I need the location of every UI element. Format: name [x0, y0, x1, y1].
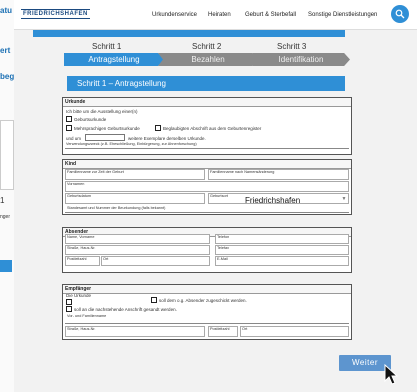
nav-urkundenservice[interactable]: Urkundenservice — [152, 12, 197, 18]
step-1-number: Schritt 1 — [92, 42, 122, 51]
label-absender-email: E-Mail — [217, 257, 228, 261]
left-text-5: nger — [0, 214, 11, 220]
label-absender-plz: Postleitzahl — [67, 257, 87, 261]
empfaenger-heading: Empfänger — [63, 285, 351, 294]
vornamen-input[interactable] — [65, 181, 349, 192]
verwendung-input[interactable] — [65, 148, 349, 149]
label-und-um: und um — [66, 136, 82, 141]
checkbox-mehrsprachig[interactable] — [66, 125, 72, 131]
checkbox-andere-anschrift[interactable] — [66, 306, 72, 312]
left-blue-button[interactable] — [0, 260, 12, 272]
step-3-number: Schritt 3 — [277, 42, 307, 51]
label-empfaenger-plz: Postleitzahl — [210, 327, 230, 331]
anzahl-exemplare-input[interactable] — [85, 134, 125, 141]
label-die-urkunde: Die Urkunde — [66, 293, 92, 298]
label-familienname: Familienname zur Zeit der Geburt — [67, 170, 124, 174]
label-mehrsprachig: Mehrsprachigen Geburtsurkunde — [74, 126, 140, 131]
step-2-bezahlen: Bezahlen — [158, 53, 258, 66]
label-geburtsurkunde: Geburtsurkunde — [74, 117, 107, 122]
label-absender-name: Name, Vorname — [67, 235, 95, 239]
label-absender-telefon: Telefon — [217, 235, 230, 239]
checkbox-geburtsurkunde[interactable] — [66, 116, 72, 122]
nav-sonstige[interactable]: Sonstige Dienstleistungen — [308, 12, 377, 18]
kind-section: Kind Familienname zur Zeit der Geburt Fa… — [62, 159, 352, 215]
absender-telefon-input[interactable] — [215, 234, 349, 244]
label-vornamen: Vornamen — [67, 182, 85, 186]
checkbox-absender-zuschicken-alt[interactable] — [151, 297, 157, 303]
top-bar: FRIEDRICHSHAFEN Urkundenservice Heiraten… — [14, 0, 417, 30]
empfaenger-ort-input[interactable] — [240, 326, 349, 337]
step-3-identifikation: Identifikation — [252, 53, 350, 66]
search-icon — [395, 9, 405, 19]
label-weitere: weitere Exemplare derselben Urkunde. — [128, 136, 206, 141]
checkbox-beglaubigt[interactable] — [155, 125, 161, 131]
left-text-2: ert — [0, 46, 11, 55]
label-andere-anschrift: soll an die nachstehende Anschrift gesan… — [74, 307, 177, 312]
urkunde-intro: Ich bitte um die Ausstellung einer(n) — [66, 109, 138, 114]
step-2-number: Schritt 2 — [192, 42, 222, 51]
urkunde-heading: Urkunde — [63, 98, 351, 107]
left-text-1: atu — [0, 6, 12, 15]
label-geburtsdatum: Geburtsdatum — [67, 194, 92, 198]
empfaenger-name-input[interactable] — [65, 323, 349, 324]
page: atu ert beg 1 nger FRIEDRICHSHAFEN Urkun… — [0, 0, 417, 392]
label-absender-ort: Ort — [103, 257, 109, 261]
label-absender-zuschicken: soll dem o.g. Absender zugeschickt werde… — [159, 298, 247, 303]
nav-geburt-sterbefall[interactable]: Geburt & Sterbefall — [245, 12, 296, 18]
label-verwendung: Verwendungszweck (z.B. Eheschließung, Ei… — [66, 142, 197, 146]
empfaenger-section: Empfänger Die Urkunde soll dem o.g. Abse… — [62, 284, 352, 340]
absender-email-input[interactable] — [215, 256, 349, 266]
absender-telefax-input[interactable] — [215, 245, 349, 255]
left-text-3: beg — [0, 72, 15, 81]
left-box — [0, 120, 14, 190]
city-logo[interactable]: FRIEDRICHSHAFEN — [21, 9, 90, 19]
standesamt-input[interactable] — [65, 212, 349, 213]
checkbox-absender-zuschicken[interactable] — [66, 299, 72, 305]
chevron-down-icon[interactable]: ▼ — [341, 196, 347, 202]
geburtsort-value: Friedrichshafen — [245, 196, 301, 205]
label-geburtsort: Geburtsort — [210, 194, 228, 198]
label-beglaubigt: Beglaubigten Abschrift aus dem Geburtenr… — [163, 126, 262, 131]
label-absender-telefax: Telefax — [217, 246, 230, 250]
label-absender-strasse: Straße, Haus-Nr. — [67, 246, 96, 250]
label-standesamt: Standesamt und Nummer der Beurkundung (f… — [67, 206, 166, 210]
urkunde-section: Urkunde Ich bitte um die Ausstellung ein… — [62, 97, 352, 155]
left-text-4: 1 — [0, 196, 5, 205]
label-empfaenger-ort: Ort — [242, 327, 248, 331]
header-accent-strip — [33, 30, 345, 37]
absender-section: Absender Name, Vorname Telefon Straße, H… — [62, 227, 352, 273]
background-page: atu ert beg 1 nger — [0, 0, 14, 392]
label-familienname-aktuell: Familienname nach Namensänderung — [210, 170, 275, 174]
mouse-cursor-icon — [384, 364, 398, 385]
step-1-antragstellung: Antragstellung — [64, 53, 164, 66]
label-empfaenger-strasse: Straße, Haus-Nr. — [67, 327, 96, 331]
kind-heading: Kind — [63, 160, 351, 169]
label-empfaenger-name: Vor- und Familienname — [67, 314, 107, 318]
absender-ort-input[interactable] — [101, 256, 210, 266]
nav-heiraten[interactable]: Heiraten — [208, 12, 231, 18]
section-title: Schritt 1 – Antragstellung — [67, 76, 345, 91]
search-button[interactable] — [391, 5, 409, 23]
